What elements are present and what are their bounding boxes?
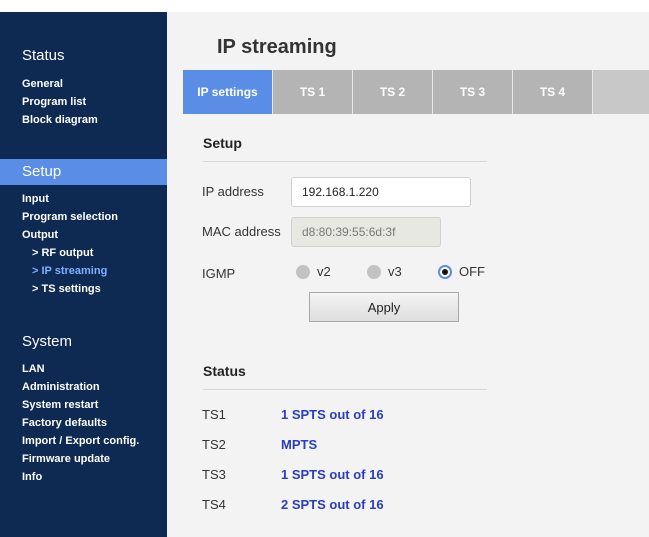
sidebar-item-info[interactable]: Info xyxy=(0,468,167,486)
sidebar-title-status[interactable]: Status xyxy=(0,43,167,69)
tab-ts2[interactable]: TS 2 xyxy=(353,70,433,114)
sidebar-item-import-export[interactable]: Import / Export config. xyxy=(0,432,167,450)
status-row-value: MPTS xyxy=(281,437,318,452)
ip-address-input[interactable] xyxy=(291,177,471,207)
sidebar-item-output[interactable]: Output xyxy=(0,226,167,244)
status-divider xyxy=(203,389,487,390)
igmp-radio-v3[interactable]: v3 xyxy=(367,264,402,279)
sidebar-item-general[interactable]: General xyxy=(0,75,167,93)
apply-button[interactable]: Apply xyxy=(309,292,459,322)
sidebar-item-firmware-update[interactable]: Firmware update xyxy=(0,450,167,468)
setup-divider xyxy=(203,161,487,162)
sidebar-section-status: Status xyxy=(0,43,167,69)
igmp-option-label: v2 xyxy=(317,264,331,279)
sidebar-item-program-selection[interactable]: Program selection xyxy=(0,208,167,226)
mac-address-label: MAC address xyxy=(202,224,281,239)
sidebar-setup-items: Input Program selection Output > RF outp… xyxy=(0,190,167,298)
sidebar-section-setup: Setup xyxy=(0,159,167,185)
sidebar-item-factory-defaults[interactable]: Factory defaults xyxy=(0,414,167,432)
tab-ip-settings[interactable]: IP settings xyxy=(183,70,273,114)
igmp-label: IGMP xyxy=(202,266,236,281)
sidebar-item-lan[interactable]: LAN xyxy=(0,360,167,378)
mac-address-field xyxy=(291,217,441,247)
sidebar-item-block-diagram[interactable]: Block diagram xyxy=(0,111,167,129)
page-title: IP streaming xyxy=(217,36,337,58)
sidebar-item-program-list[interactable]: Program list xyxy=(0,93,167,111)
radio-circle-icon xyxy=(296,264,310,279)
sidebar-status-items: General Program list Block diagram xyxy=(0,75,167,129)
status-heading: Status xyxy=(203,363,246,379)
status-row-label: TS3 xyxy=(202,467,226,482)
radio-selected-icon xyxy=(438,264,452,279)
sidebar-item-ts-settings[interactable]: > TS settings xyxy=(0,280,167,298)
radio-circle-icon xyxy=(367,264,381,279)
tab-ts1[interactable]: TS 1 xyxy=(273,70,353,114)
tab-ts4[interactable]: TS 4 xyxy=(513,70,593,114)
sidebar-item-rf-output[interactable]: > RF output xyxy=(0,244,167,262)
status-row-value: 2 SPTS out of 16 xyxy=(281,497,384,512)
sidebar-item-system-restart[interactable]: System restart xyxy=(0,396,167,414)
igmp-radio-off[interactable]: OFF xyxy=(438,264,485,279)
tab-bar: IP settings TS 1 TS 2 TS 3 TS 4 xyxy=(183,70,649,114)
sidebar-system-items: LAN Administration System restart Factor… xyxy=(0,360,167,486)
status-row-label: TS1 xyxy=(202,407,226,422)
status-row-value: 1 SPTS out of 16 xyxy=(281,467,384,482)
ip-address-label: IP address xyxy=(202,184,264,199)
status-row-value: 1 SPTS out of 16 xyxy=(281,407,384,422)
igmp-option-label: v3 xyxy=(388,264,402,279)
status-row-label: TS2 xyxy=(202,437,226,452)
setup-heading: Setup xyxy=(203,135,242,151)
sidebar-title-setup[interactable]: Setup xyxy=(0,159,167,185)
sidebar-item-administration[interactable]: Administration xyxy=(0,378,167,396)
sidebar-section-system: System xyxy=(0,329,167,355)
tab-ts3[interactable]: TS 3 xyxy=(433,70,513,114)
sidebar-item-ip-streaming[interactable]: > IP streaming xyxy=(0,262,167,280)
main-panel: IP streaming IP settings TS 1 TS 2 TS 3 … xyxy=(167,12,649,537)
status-row-label: TS4 xyxy=(202,497,226,512)
sidebar: Status General Program list Block diagra… xyxy=(0,12,167,537)
sidebar-item-input[interactable]: Input xyxy=(0,190,167,208)
igmp-radio-v2[interactable]: v2 xyxy=(296,264,331,279)
igmp-option-label: OFF xyxy=(459,264,485,279)
sidebar-title-system[interactable]: System xyxy=(0,329,167,355)
